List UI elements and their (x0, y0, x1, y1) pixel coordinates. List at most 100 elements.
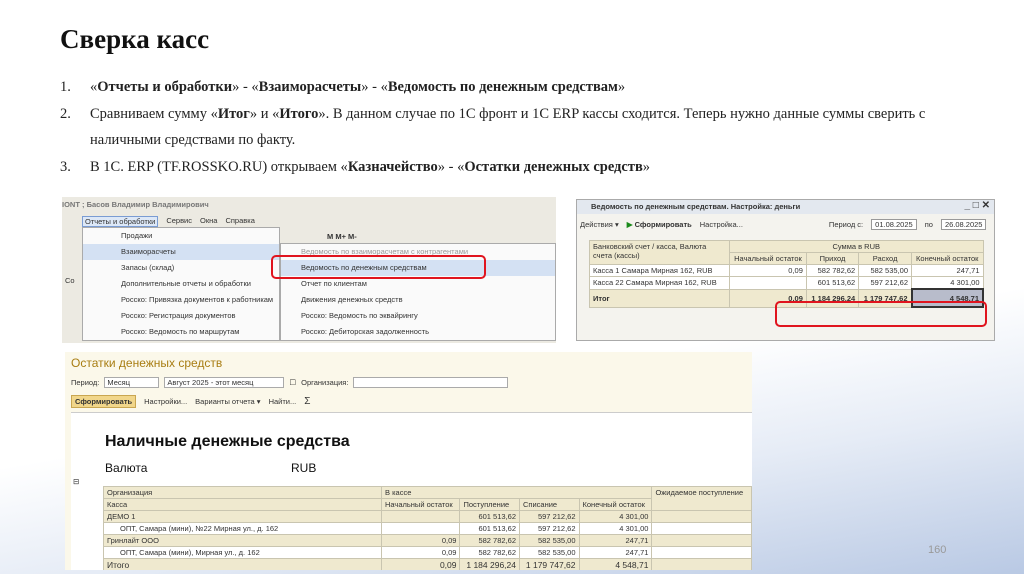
generate-button[interactable]: ▶ Сформировать (627, 220, 692, 229)
currency-label: Валюта (105, 461, 148, 475)
find-button[interactable]: Найти... (269, 397, 297, 406)
cell: 582 535,00 (519, 546, 580, 559)
toolbar-memory[interactable]: M M+ M- (327, 232, 357, 241)
toolbar: Сформировать Настройки... Варианты отчет… (71, 395, 310, 408)
col-header: Сумма в RUB (729, 240, 984, 253)
slide-title: Сверка касс (60, 24, 210, 54)
report-table: Организация В кассе Ожидаемое поступление … (103, 486, 752, 570)
col-header: Поступление (459, 498, 520, 511)
cell: 4 548,71 (578, 558, 653, 570)
menu-service[interactable]: Сервис (166, 216, 192, 227)
menu-windows[interactable]: Окна (200, 216, 217, 227)
menu-item[interactable]: Росско: Привязка документов к работникам (83, 292, 279, 308)
cell: 0,09 (729, 264, 807, 277)
settings-button[interactable]: Настройки... (144, 397, 187, 406)
menu-item[interactable]: Дополнительные отчеты и обработки (83, 276, 279, 292)
cell: 597 212,62 (858, 276, 912, 290)
window-title: Ведомость по денежным средствам. Настрой… (591, 202, 801, 211)
col-header: Приход (805, 252, 860, 265)
period-range-input[interactable]: Август 2025 - этот месяц (164, 377, 285, 388)
window-controls-icon[interactable]: _ □ ✕ (964, 200, 990, 211)
sum-icon[interactable]: Σ (304, 396, 310, 407)
window-titlebar: Ведомость по денежным средствам. Настрой… (577, 200, 994, 214)
menu-item[interactable]: Движения денежных средств (281, 292, 555, 308)
cell: 0,09 (380, 534, 461, 547)
period-label: Период: (71, 378, 100, 387)
t: » - « (361, 79, 388, 95)
cell: 1 179 747,62 (519, 558, 580, 570)
t: » - « (437, 158, 465, 175)
menu-item[interactable]: Продажи (83, 228, 279, 244)
variants-button[interactable]: Варианты отчета ▾ (195, 397, 260, 406)
step-text: Сравниваем сумму «Итог» и «Итого». В дан… (90, 101, 980, 154)
highlight-box (775, 301, 987, 327)
menu-item[interactable]: Взаиморасчеты (83, 244, 279, 260)
generate-button[interactable]: Сформировать (71, 395, 137, 408)
t: Отчеты и обработки (97, 79, 233, 95)
actions-button[interactable]: Действия ▾ (580, 220, 619, 229)
table-row: ОПТ, Самара (мини), Мирная ул., д. 162 0,… (103, 546, 752, 559)
t: Остатки денежных средств (464, 158, 643, 175)
col-header: Касса (103, 498, 382, 511)
cell (651, 510, 752, 523)
menu-item[interactable]: Росско: Ведомость по маршрутам (83, 324, 279, 340)
org-input[interactable] (353, 377, 509, 388)
menu-item[interactable]: Росско: Ведомость по эквайрингу (281, 308, 555, 324)
col-header: Ожидаемое поступление (651, 486, 752, 511)
period-to-input[interactable]: 26.08.2025 (940, 219, 987, 230)
cell: 601 513,62 (459, 522, 520, 535)
period-select[interactable]: Месяц (104, 377, 160, 388)
window-title: Остатки денежных средств (71, 356, 223, 370)
cell: 582 782,62 (459, 546, 520, 559)
cell: 4 301,00 (578, 522, 653, 535)
cell: 582 782,62 (459, 534, 520, 547)
cell: 597 212,62 (519, 522, 580, 535)
cell: 582 535,00 (519, 534, 580, 547)
menu-item[interactable]: Росско: Дебиторская задолженность (281, 324, 555, 340)
cell: 0,09 (380, 558, 461, 570)
total-row: Итого 0,09 1 184 296,24 1 179 747,62 4 548,7… (103, 558, 752, 570)
col-header: Начальный остаток (729, 252, 807, 265)
cell (651, 534, 752, 547)
menu-help[interactable]: Справка (225, 216, 254, 227)
screenshot-menu: IONT ; Басов Владимир Владимирович Отчет… (62, 197, 556, 343)
cell (380, 510, 461, 523)
cell: 247,71 (578, 534, 653, 547)
menu-item[interactable]: Росско: Регистрация документов (83, 308, 279, 324)
cell: 247,71 (911, 264, 984, 277)
cell: 4 301,00 (578, 510, 653, 523)
table-row: ДЕМО 1 601 513,62 597 212,62 4 301,00 (103, 510, 752, 523)
menu-reports[interactable]: Отчеты и обработки (82, 216, 159, 227)
menu-item[interactable]: Запасы (склад) (83, 260, 279, 276)
col-header: Конечный остаток (911, 252, 984, 265)
currency-value: RUB (291, 461, 317, 475)
screenshot-cash-balances: Остатки денежных средств Период: Месяц А… (65, 352, 752, 570)
col-header: Расход (858, 252, 912, 265)
toolbar: Действия ▾ ▶ Сформировать Настройка... П… (580, 219, 987, 230)
cell: Касса 22 Самара Мирная 162, RUB (589, 276, 730, 290)
step-number: 1. (60, 79, 71, 95)
col-header: Списание (519, 498, 580, 511)
cell: Гринлайт ООО (103, 534, 382, 547)
window-title: IONT ; Басов Владимир Владимирович (62, 200, 209, 209)
cell: 601 513,62 (459, 510, 520, 523)
menubar: Отчеты и обработки Сервис Окна Справка (82, 216, 255, 227)
t: » и « (249, 105, 280, 122)
col-header: Организация (103, 486, 382, 499)
col-header: В кассе (380, 486, 653, 499)
t: Итог (217, 105, 250, 122)
collapse-icon[interactable]: ⊟ (73, 477, 79, 486)
settings-button[interactable]: Настройка... (700, 220, 743, 229)
org-checkbox[interactable]: ☐ (289, 378, 296, 387)
cell: 0,09 (380, 546, 461, 559)
cell (729, 276, 807, 290)
cell: 247,71 (578, 546, 653, 559)
step-number: 2. (60, 105, 71, 122)
step-number: 3. (60, 158, 71, 175)
report-table: Банковский счет / касса, Валюта счета (к… (589, 240, 984, 308)
cell: 4 301,00 (911, 276, 984, 290)
cell (651, 546, 752, 559)
screenshot-cash-report: Ведомость по денежным средствам. Настрой… (576, 199, 995, 341)
period-from-input[interactable]: 01.08.2025 (871, 219, 917, 230)
step-1: 1. «Отчеты и обработки» - «Взаиморасчеты… (60, 74, 980, 101)
